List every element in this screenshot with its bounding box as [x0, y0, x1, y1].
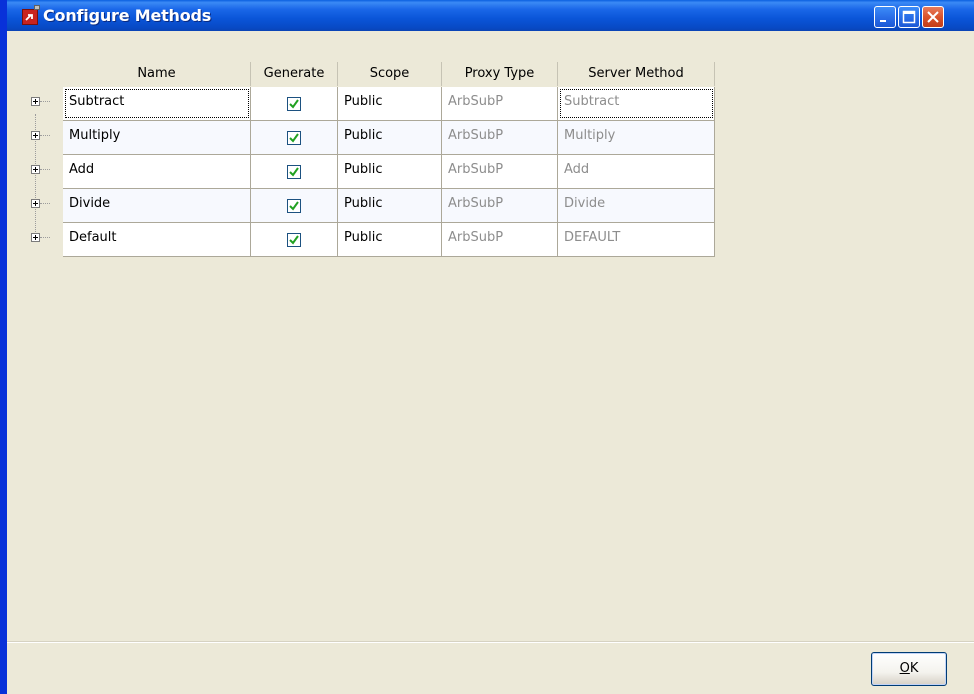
window-title: Configure Methods: [43, 6, 212, 25]
table-row[interactable]: Subtract Public ArbSubP Subtract: [63, 87, 715, 121]
cell-name[interactable]: Multiply: [63, 121, 251, 154]
tree-branch: [40, 237, 50, 238]
ok-mnemonic: O: [899, 661, 910, 676]
cell-server-method[interactable]: Add: [558, 155, 715, 188]
grid-header: Name Generate Scope Proxy Type Server Me…: [63, 62, 715, 86]
cell-proxy-type[interactable]: ArbSubP: [442, 223, 558, 256]
cell-server-method[interactable]: Subtract: [558, 87, 715, 120]
close-button[interactable]: [922, 6, 944, 28]
expand-row-icon[interactable]: [31, 131, 40, 140]
cell-name[interactable]: Subtract: [63, 87, 251, 120]
cell-name[interactable]: Default: [63, 223, 251, 256]
check-icon: [289, 201, 299, 211]
table-row[interactable]: Multiply Public ArbSubP Multiply: [63, 121, 715, 155]
tree-branch: [40, 169, 50, 170]
cell-server-method[interactable]: Multiply: [558, 121, 715, 154]
cell-scope[interactable]: Public: [338, 189, 442, 222]
column-header-proxy-type[interactable]: Proxy Type: [442, 62, 558, 86]
maximize-icon: [902, 10, 916, 24]
cell-name[interactable]: Add: [63, 155, 251, 188]
table-row[interactable]: Add Public ArbSubP Add: [63, 155, 715, 189]
configure-methods-window: Configure Methods Name Generate Scope Pr…: [0, 0, 974, 694]
check-icon: [289, 235, 299, 245]
title-bar[interactable]: Configure Methods: [7, 0, 974, 31]
footer-separator: [7, 641, 974, 643]
cell-generate[interactable]: [251, 223, 338, 256]
app-icon: [22, 9, 38, 25]
ok-button[interactable]: OK: [871, 652, 947, 686]
generate-checkbox[interactable]: [287, 165, 301, 179]
cell-scope[interactable]: Public: [338, 223, 442, 256]
column-header-generate[interactable]: Generate: [251, 62, 338, 86]
column-header-name[interactable]: Name: [63, 62, 251, 86]
tree-branch: [40, 101, 50, 102]
column-header-scope[interactable]: Scope: [338, 62, 442, 86]
table-row[interactable]: Default Public ArbSubP DEFAULT: [63, 223, 715, 257]
tree-branch: [40, 203, 50, 204]
generate-checkbox[interactable]: [287, 199, 301, 213]
cell-server-method[interactable]: Divide: [558, 189, 715, 222]
cell-name[interactable]: Divide: [63, 189, 251, 222]
check-icon: [289, 167, 299, 177]
generate-checkbox[interactable]: [287, 131, 301, 145]
expand-row-icon[interactable]: [31, 233, 40, 242]
cell-proxy-type[interactable]: ArbSubP: [442, 189, 558, 222]
cell-scope[interactable]: Public: [338, 121, 442, 154]
cell-server-method[interactable]: DEFAULT: [558, 223, 715, 256]
app-icon-tab: [34, 5, 40, 10]
cell-generate[interactable]: [251, 189, 338, 222]
cell-generate[interactable]: [251, 121, 338, 154]
cell-scope[interactable]: Public: [338, 155, 442, 188]
expand-row-icon[interactable]: [31, 199, 40, 208]
cell-proxy-type[interactable]: ArbSubP: [442, 121, 558, 154]
expand-row-icon[interactable]: [31, 97, 40, 106]
tree-branch: [40, 135, 50, 136]
maximize-button[interactable]: [898, 6, 920, 28]
cell-generate[interactable]: [251, 155, 338, 188]
minimize-icon: [880, 20, 886, 22]
check-icon: [289, 133, 299, 143]
generate-checkbox[interactable]: [287, 97, 301, 111]
minimize-button[interactable]: [874, 6, 896, 28]
check-icon: [289, 99, 299, 109]
cell-scope[interactable]: Public: [338, 87, 442, 120]
cell-proxy-type[interactable]: ArbSubP: [442, 87, 558, 120]
table-row[interactable]: Divide Public ArbSubP Divide: [63, 189, 715, 223]
generate-checkbox[interactable]: [287, 233, 301, 247]
close-icon: [927, 11, 939, 23]
cell-generate[interactable]: [251, 87, 338, 120]
ok-label-rest: K: [909, 661, 919, 676]
cell-proxy-type[interactable]: ArbSubP: [442, 155, 558, 188]
expand-row-icon[interactable]: [31, 165, 40, 174]
column-header-server-method[interactable]: Server Method: [558, 62, 715, 86]
